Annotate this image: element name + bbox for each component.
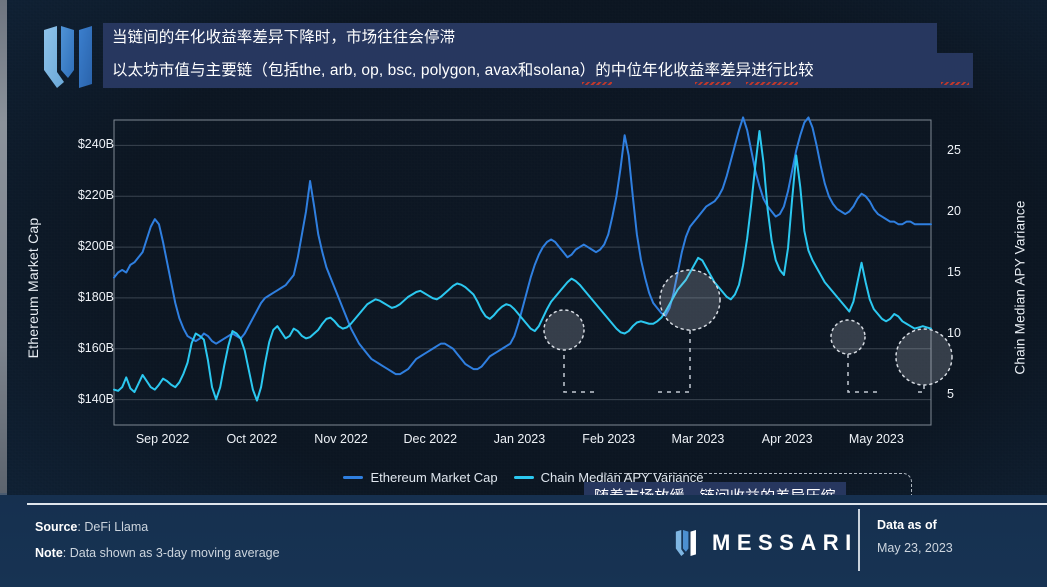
messari-wordmark: MESSARI — [673, 530, 858, 556]
data-as-of-block: Data as of May 23, 2023 — [877, 518, 953, 555]
title-line-2-text: 以太坊市值与主要链（包括the, arb, op, bsc, polygon, … — [112, 61, 814, 79]
note-label: Note — [35, 546, 63, 560]
spellcheck-underline-tail — [941, 82, 969, 85]
callout-connectors — [563, 330, 925, 393]
chart-legend: Ethereum Market Cap Chain Median APY Vari… — [0, 470, 1047, 485]
note-line: Note: Data shown as 3-day moving average — [35, 546, 280, 560]
messari-m-logo-icon — [44, 26, 92, 88]
footer-vertical-divider — [858, 509, 860, 571]
title-line-1-text: 当链间的年化收益率差异下降时，市场往往会停滞 — [112, 29, 456, 47]
gridlines — [114, 144, 931, 401]
source-value: : DeFi Llama — [77, 520, 149, 534]
highlight-circles — [543, 269, 953, 386]
legend-item[interactable]: Chain Median APY Variance — [513, 470, 704, 485]
callout-leader — [658, 330, 691, 393]
messari-wordmark-text: MESSARI — [712, 530, 858, 555]
source-line: Source: DeFi Llama — [35, 520, 148, 534]
legend-item[interactable]: Ethereum Market Cap — [343, 470, 498, 485]
header: 当链间的年化收益率差异下降时，市场往往会停滞 以太坊市值与主要链（包括the, … — [0, 0, 1047, 105]
series-line — [113, 129, 932, 402]
spellcheck-underline-bsc — [582, 82, 612, 85]
note-value: : Data shown as 3-day moving average — [62, 546, 280, 560]
series-lines — [113, 116, 932, 402]
data-as-of-date: May 23, 2023 — [877, 541, 953, 555]
highlight-circle — [895, 328, 953, 386]
callout-leader — [847, 354, 880, 393]
slide-canvas: 当链间的年化收益率差异下降时，市场往往会停滞 以太坊市值与主要链（包括the, … — [0, 0, 1047, 587]
callout-leader — [563, 355, 596, 393]
spellcheck-underline-avax — [695, 82, 731, 85]
title-line-1: 当链间的年化收益率差异下降时，市场往往会停滞 — [103, 23, 937, 53]
legend-swatch — [343, 476, 364, 479]
title-line-2: 以太坊市值与主要链（包括the, arb, op, bsc, polygon, … — [103, 53, 973, 88]
highlight-circle — [543, 309, 585, 351]
plot-area — [113, 116, 953, 426]
spellcheck-underline-solana — [746, 82, 798, 85]
legend-swatch — [513, 476, 534, 479]
plot-frame — [113, 119, 932, 426]
callout-leader — [916, 385, 925, 393]
data-as-of-title: Data as of — [877, 518, 937, 532]
highlight-circle — [830, 319, 866, 355]
highlight-circle — [659, 269, 721, 331]
legend-label: Ethereum Market Cap — [370, 470, 498, 485]
chart: Ethereum Market Cap Chain Median APY Var… — [0, 105, 1047, 519]
messari-m-logo-icon-footer — [675, 530, 696, 556]
footer-divider-rule — [27, 503, 1047, 505]
source-label: Source — [35, 520, 78, 534]
legend-label: Chain Median APY Variance — [540, 470, 704, 485]
